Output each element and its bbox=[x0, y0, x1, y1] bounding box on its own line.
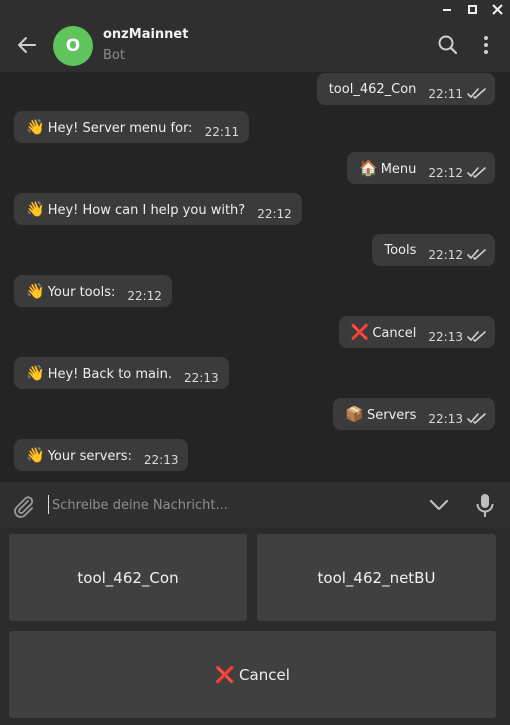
message-text: 👋 Your servers: bbox=[26, 446, 132, 464]
keyboard-button-cancel[interactable]: ❌ Cancel bbox=[9, 631, 496, 718]
double-check-icon bbox=[467, 88, 486, 99]
attach-paperclip-icon[interactable] bbox=[11, 494, 35, 518]
message-text: 👋 Hey! Server menu for: bbox=[26, 118, 193, 136]
outgoing-message[interactable]: ❌ Cancel 22:13 bbox=[338, 316, 495, 348]
cross-mark-icon: ❌ bbox=[215, 665, 236, 684]
incoming-message[interactable]: 👋 Your tools: 22:12 bbox=[14, 275, 172, 307]
message-time: 22:13 bbox=[184, 371, 219, 385]
keyboard-button-label: tool_462_Con bbox=[77, 568, 179, 587]
message-text: 🏠 Menu bbox=[359, 159, 416, 177]
maximize-icon[interactable] bbox=[460, 0, 484, 18]
double-check-icon bbox=[467, 413, 486, 424]
incoming-message[interactable]: 👋 Hey! Server menu for: 22:11 bbox=[14, 111, 250, 143]
message-body: Servers bbox=[367, 408, 417, 423]
chevron-down-icon[interactable] bbox=[428, 496, 450, 514]
bot-reply-keyboard: tool_462_Con tool_462_netBU ❌ Cancel bbox=[0, 528, 510, 725]
message-emoji: 📦 bbox=[345, 405, 364, 423]
message-time: 22:13 bbox=[428, 412, 463, 426]
keyboard-button-label: Cancel bbox=[239, 665, 290, 684]
chat-header: O onzMainnet Bot bbox=[0, 18, 510, 72]
message-body: Cancel bbox=[372, 326, 417, 341]
message-body: tool_462_Con bbox=[328, 81, 417, 97]
message-emoji: 👋 bbox=[26, 282, 45, 300]
message-emoji: ❌ bbox=[350, 323, 370, 341]
message-list[interactable]: tool_462_Con 22:11 👋 Hey! Server menu for: 2… bbox=[0, 72, 510, 482]
double-check-icon bbox=[467, 167, 486, 178]
incoming-message[interactable]: 👋 Hey! Back to main. 22:13 bbox=[14, 357, 229, 389]
message-body: Hey! How can I help you with? bbox=[47, 203, 246, 218]
text-caret bbox=[48, 495, 49, 514]
outgoing-message[interactable]: 🏠 Menu 22:12 bbox=[347, 152, 495, 184]
message-emoji: 👋 bbox=[26, 118, 45, 136]
incoming-message[interactable]: 👋 Your servers: 22:13 bbox=[14, 439, 189, 471]
outgoing-message[interactable]: Tools 22:12 bbox=[372, 234, 495, 266]
message-body: Your tools: bbox=[47, 285, 116, 300]
double-check-icon bbox=[467, 331, 486, 342]
message-body: Tools bbox=[384, 242, 417, 258]
outgoing-message[interactable]: tool_462_Con 22:11 bbox=[316, 73, 495, 105]
search-icon[interactable] bbox=[437, 34, 459, 56]
message-text: tool_462_Con bbox=[329, 82, 417, 97]
message-time: 22:12 bbox=[127, 289, 162, 303]
message-body: Hey! Server menu for: bbox=[47, 121, 193, 136]
message-time: 22:12 bbox=[428, 166, 463, 180]
message-emoji: 👋 bbox=[26, 200, 45, 218]
message-time: 22:12 bbox=[428, 248, 463, 262]
keyboard-button-tool-462-netbu[interactable]: tool_462_netBU bbox=[257, 534, 496, 621]
double-check-icon bbox=[467, 249, 486, 260]
back-arrow-icon[interactable] bbox=[14, 33, 40, 57]
message-text: 📦 Servers bbox=[345, 405, 416, 423]
message-text: 👋 Your tools: bbox=[26, 282, 115, 300]
chat-title[interactable]: onzMainnet bbox=[103, 27, 188, 42]
window-title-bar bbox=[0, 0, 510, 18]
message-time: 22:13 bbox=[428, 330, 463, 344]
message-time: 22:11 bbox=[428, 87, 463, 101]
message-time: 22:12 bbox=[257, 207, 292, 221]
microphone-icon[interactable] bbox=[474, 493, 496, 519]
message-text: 👋 Hey! How can I help you with? bbox=[26, 200, 245, 218]
message-input[interactable] bbox=[52, 493, 412, 517]
more-menu-icon[interactable] bbox=[476, 34, 496, 56]
message-emoji: 🏠 bbox=[359, 159, 378, 177]
chat-subtitle: Bot bbox=[103, 48, 125, 63]
outgoing-message[interactable]: 📦 Servers 22:13 bbox=[333, 398, 495, 430]
message-body: Hey! Back to main. bbox=[47, 367, 172, 382]
incoming-message[interactable]: 👋 Hey! How can I help you with? 22:12 bbox=[14, 193, 302, 225]
message-emoji: 👋 bbox=[26, 364, 45, 382]
message-body: Menu bbox=[380, 162, 417, 177]
message-emoji: 👋 bbox=[26, 446, 45, 464]
avatar[interactable]: O bbox=[53, 26, 93, 66]
message-body: Your servers: bbox=[47, 449, 132, 464]
keyboard-button-tool-462-con[interactable]: tool_462_Con bbox=[9, 534, 247, 621]
message-input-bar bbox=[0, 482, 510, 528]
message-text: ❌ Cancel bbox=[351, 323, 417, 341]
message-time: 22:11 bbox=[204, 125, 240, 139]
minimize-icon[interactable] bbox=[435, 0, 459, 18]
message-time: 22:13 bbox=[143, 453, 179, 467]
keyboard-button-label: tool_462_netBU bbox=[317, 568, 436, 587]
close-icon[interactable] bbox=[485, 0, 509, 18]
message-text: 👋 Hey! Back to main. bbox=[26, 364, 172, 382]
message-text: Tools bbox=[384, 243, 416, 258]
